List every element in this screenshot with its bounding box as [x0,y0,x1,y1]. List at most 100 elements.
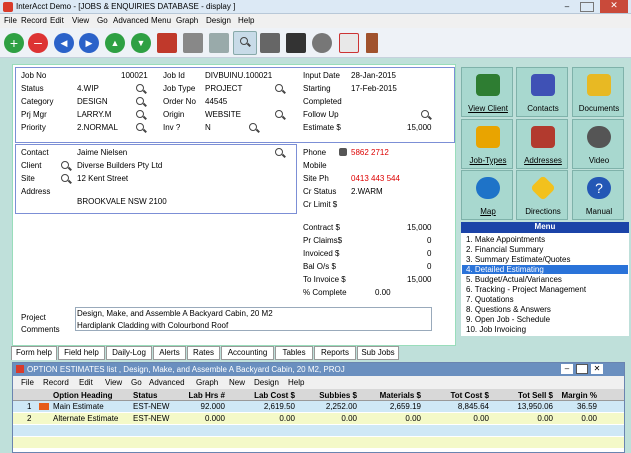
side-menu-item[interactable]: 7. Quotations [466,295,514,304]
cell-lab-hrs[interactable]: 0.000 [179,414,225,423]
menu-graph[interactable]: Graph [176,16,198,25]
menu-menu[interactable]: Menu [151,16,171,25]
tab-form-help[interactable]: Form help [11,346,57,360]
priority-value[interactable]: 2.NORMAL [77,123,118,132]
job-id-value[interactable]: DIVBUINU.100021 [205,71,272,80]
cell-subbies[interactable]: 0.00 [301,414,357,423]
inv-lookup-icon[interactable] [249,123,257,131]
menu-advanced[interactable]: Advanced [113,16,149,25]
category-value[interactable]: DESIGN [77,97,108,106]
origin-lookup-icon[interactable] [275,110,283,118]
table-row-empty[interactable] [13,425,624,436]
col-tot-cost[interactable]: Tot Cost $ [431,391,489,400]
tile-documents[interactable]: Documents [572,67,624,117]
cell-tot-sell[interactable]: 13,950.06 [497,402,553,411]
starting-value[interactable]: 17-Feb-2015 [351,84,397,93]
exit-door-icon[interactable] [366,33,378,53]
menu-design[interactable]: Design [206,16,231,25]
site-lookup-icon[interactable] [61,174,69,182]
submenu-edit[interactable]: Edit [79,378,93,387]
estimate-value[interactable]: 15,000 [407,123,431,132]
job-no-value[interactable]: 100021 [121,71,148,80]
cell-option-heading[interactable]: Alternate Estimate [53,414,118,423]
tile-map[interactable]: Map [461,170,513,220]
keyboard-icon[interactable] [260,33,280,53]
site-value[interactable]: 12 Kent Street [77,174,128,183]
cell-option-heading[interactable]: Main Estimate [53,402,104,411]
submenu-go[interactable]: Go [131,378,142,387]
category-lookup-icon[interactable] [136,97,144,105]
tile-job-types[interactable]: Job-Types [461,119,513,169]
side-menu-item-selected[interactable]: 4. Detailed Estimating [462,265,628,274]
address-value[interactable]: BROOKVALE NSW 2100 [77,197,167,206]
submenu-file[interactable]: File [21,378,34,387]
maximize-icon[interactable] [580,2,594,12]
subwindow-close-icon[interactable]: ✕ [591,364,603,374]
last-record-icon[interactable]: ▶ [79,33,99,53]
side-menu-item[interactable]: 10. Job Invoicing [466,325,526,334]
origin-value[interactable]: WEBSITE [205,110,241,119]
tab-accounting[interactable]: Accounting [221,346,274,360]
side-menu-item[interactable]: 6. Tracking - Project Management [466,285,586,294]
tile-video[interactable]: Video [572,119,624,169]
inv-value[interactable]: N [205,123,211,132]
contact-value[interactable]: Jaime Nielsen [77,148,127,157]
col-margin[interactable]: Margin % [555,391,597,400]
table-row[interactable]: 1 Main Estimate EST-NEW 92.000 2,619.50 … [13,401,624,412]
percent-complete-value[interactable]: 0.00 [375,288,391,297]
project-value[interactable]: Design, Make, and Assemble A Backyard Ca… [77,309,273,318]
previous-record-icon[interactable]: ▲ [105,33,125,53]
site-ph-value[interactable]: 0413 443 544 [351,174,400,183]
search-icon[interactable] [233,31,257,55]
status-lookup-icon[interactable] [136,84,144,92]
phone-icon[interactable] [339,148,347,156]
cell-materials[interactable]: 0.00 [363,414,421,423]
col-materials[interactable]: Materials $ [363,391,421,400]
submenu-record[interactable]: Record [43,378,69,387]
tile-manual[interactable]: ? Manual [572,170,624,220]
status-value[interactable]: 4.WIP [77,84,99,93]
side-menu-item[interactable]: 5. Budget/Actual/Variances [466,275,562,284]
phone-value[interactable]: 5862 2712 [351,148,389,157]
cr-status-value[interactable]: 2.WARM [351,187,383,196]
subwindow-minimize-icon[interactable]: – [561,364,573,374]
tab-field-help[interactable]: Field help [58,346,105,360]
table-row[interactable]: 2 Alternate Estimate EST-NEW 0.000 0.00 … [13,413,624,424]
col-subbies[interactable]: Subbies $ [301,391,357,400]
comments-value[interactable]: Hardiplank Cladding with Colourbond Roof [77,321,228,330]
print-icon[interactable] [183,33,203,53]
side-menu-item[interactable]: 2. Financial Summary [466,245,543,254]
gear-icon[interactable] [312,33,332,53]
col-lab-hrs[interactable]: Lab Hrs # [179,391,225,400]
next-record-icon[interactable]: ▼ [131,33,151,53]
menu-help[interactable]: Help [238,16,254,25]
subwindow-maximize-icon[interactable] [576,364,588,374]
tab-daily-log[interactable]: Daily-Log [106,346,152,360]
calendar-icon[interactable] [339,33,359,53]
tile-addresses[interactable]: Addresses [516,119,568,169]
cell-status[interactable]: EST-NEW [133,402,169,411]
job-type-value[interactable]: PROJECT [205,84,242,93]
follow-up-lookup-icon[interactable] [421,110,429,118]
minimize-icon[interactable]: – [560,2,574,12]
cell-tot-cost[interactable]: 8,845.64 [431,402,489,411]
tab-sub-jobs[interactable]: Sub Jobs [357,346,399,360]
first-record-icon[interactable]: ◀ [54,33,74,53]
tile-view-client[interactable]: View Client [461,67,513,117]
col-status[interactable]: Status [133,391,157,400]
tab-rates[interactable]: Rates [187,346,220,360]
cell-status[interactable]: EST-NEW [133,414,169,423]
bal-os-value[interactable]: 0 [427,262,431,271]
table-row-empty[interactable] [13,437,624,448]
job-type-lookup-icon[interactable] [275,84,283,92]
side-menu-item[interactable]: 1. Make Appointments [466,235,545,244]
prj-mgr-value[interactable]: LARRY.M [77,110,111,119]
prj-mgr-lookup-icon[interactable] [136,110,144,118]
client-lookup-icon[interactable] [61,161,69,169]
submenu-new[interactable]: New [229,378,245,387]
priority-lookup-icon[interactable] [136,123,144,131]
contract-value[interactable]: 15,000 [407,223,431,232]
client-value[interactable]: Diverse Builders Pty Ltd [77,161,162,170]
invoiced-value[interactable]: 0 [427,249,431,258]
menu-file[interactable]: File [4,16,17,25]
